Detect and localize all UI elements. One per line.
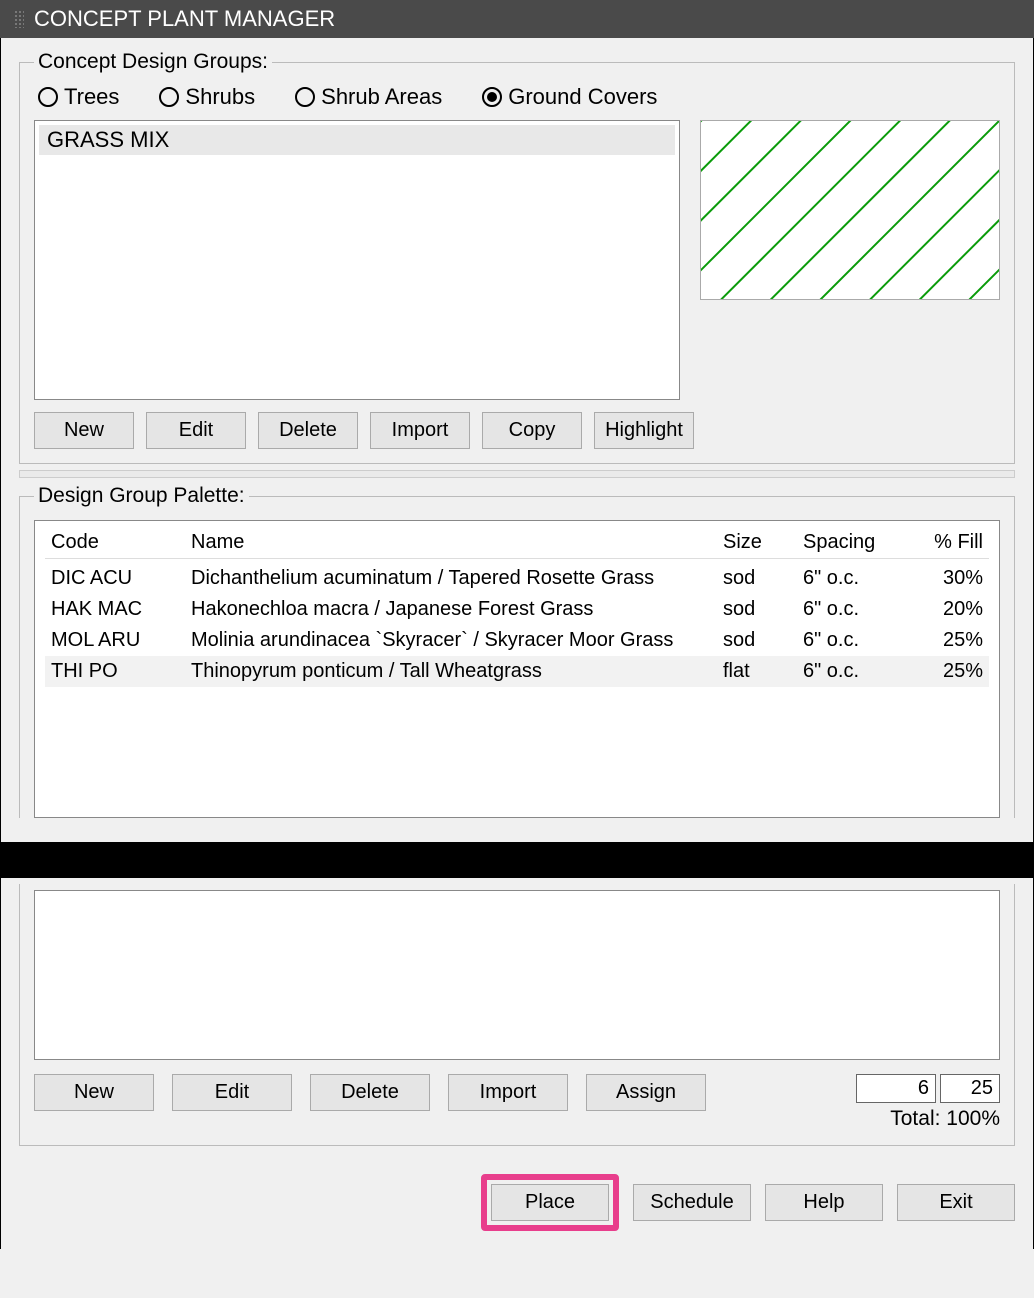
table-row[interactable]: THI PO Thinopyrum ponticum / Tall Wheatg…	[45, 656, 989, 687]
radio-shrub-areas-label: Shrub Areas	[321, 84, 442, 110]
cell-fill: 25%	[913, 629, 983, 652]
section-divider	[19, 470, 1015, 478]
col-code: Code	[51, 531, 181, 554]
design-group-button-row: New Edit Delete Import Copy Highlight	[34, 412, 1000, 449]
cell-spacing: 6" o.c.	[803, 567, 903, 590]
hatch-preview	[700, 120, 1000, 300]
table-row[interactable]: DIC ACU Dichanthelium acuminatum / Taper…	[45, 563, 989, 594]
cell-code: MOL ARU	[51, 629, 181, 652]
radio-trees-label: Trees	[64, 84, 119, 110]
concept-design-groups-legend: Concept Design Groups:	[34, 50, 272, 74]
total-label: Total: 100%	[856, 1107, 1000, 1131]
palette-new-button[interactable]: New	[34, 1074, 154, 1111]
design-group-listbox[interactable]: GRASS MIX	[34, 120, 680, 400]
place-button[interactable]: Place	[491, 1184, 609, 1221]
import-button[interactable]: Import	[370, 412, 470, 449]
window-grip-icon	[14, 10, 24, 28]
radio-icon	[38, 87, 58, 107]
copy-button[interactable]: Copy	[482, 412, 582, 449]
design-group-radio-row: Trees Shrubs Shrub Areas Ground Covers	[34, 80, 1000, 120]
new-button[interactable]: New	[34, 412, 134, 449]
cell-code: DIC ACU	[51, 567, 181, 590]
radio-shrubs[interactable]: Shrubs	[159, 84, 255, 110]
cell-name: Dichanthelium acuminatum / Tapered Roset…	[191, 567, 713, 590]
palette-assign-button[interactable]: Assign	[586, 1074, 706, 1111]
col-name: Name	[191, 531, 713, 554]
lower-fieldset: New Edit Delete Import Assign 6 25 Total…	[19, 884, 1015, 1146]
table-row[interactable]: HAK MAC Hakonechloa macra / Japanese For…	[45, 594, 989, 625]
highlight-button[interactable]: Highlight	[594, 412, 694, 449]
col-fill: % Fill	[913, 531, 983, 554]
radio-ground-covers[interactable]: Ground Covers	[482, 84, 657, 110]
titlebar: CONCEPT PLANT MANAGER	[0, 0, 1034, 38]
cell-size: sod	[723, 567, 793, 590]
help-button[interactable]: Help	[765, 1184, 883, 1221]
table-header-row: Code Name Size Spacing % Fill	[45, 527, 989, 559]
upper-panel: Concept Design Groups: Trees Shrubs Shru…	[0, 38, 1034, 842]
lower-listbox[interactable]	[34, 890, 1000, 1060]
lower-panel: New Edit Delete Import Assign 6 25 Total…	[0, 878, 1034, 1249]
cell-fill: 30%	[913, 567, 983, 590]
radio-trees[interactable]: Trees	[38, 84, 119, 110]
edit-button[interactable]: Edit	[146, 412, 246, 449]
palette-table[interactable]: Code Name Size Spacing % Fill DIC ACU Di…	[34, 520, 1000, 818]
palette-delete-button[interactable]: Delete	[310, 1074, 430, 1111]
radio-ground-covers-label: Ground Covers	[508, 84, 657, 110]
cell-name: Molinia arundinacea `Skyracer` / Skyrace…	[191, 629, 713, 652]
numeric-inputs: 6 25 Total: 100%	[856, 1074, 1000, 1131]
palette-legend: Design Group Palette:	[34, 484, 249, 508]
palette-edit-button[interactable]: Edit	[172, 1074, 292, 1111]
radio-icon	[295, 87, 315, 107]
concept-design-groups-fieldset: Concept Design Groups: Trees Shrubs Shru…	[19, 50, 1015, 464]
design-group-palette-fieldset: Design Group Palette: Code Name Size Spa…	[19, 484, 1015, 818]
cell-code: HAK MAC	[51, 598, 181, 621]
radio-checked-icon	[482, 87, 502, 107]
cell-spacing: 6" o.c.	[803, 660, 903, 683]
schedule-button[interactable]: Schedule	[633, 1184, 751, 1221]
fill-input[interactable]: 25	[940, 1074, 1000, 1103]
radio-shrub-areas[interactable]: Shrub Areas	[295, 84, 442, 110]
radio-shrubs-label: Shrubs	[185, 84, 255, 110]
radio-icon	[159, 87, 179, 107]
cell-size: sod	[723, 598, 793, 621]
spacing-input[interactable]: 6	[856, 1074, 936, 1103]
cell-size: flat	[723, 660, 793, 683]
cell-size: sod	[723, 629, 793, 652]
cell-name: Hakonechloa macra / Japanese Forest Gras…	[191, 598, 713, 621]
palette-import-button[interactable]: Import	[448, 1074, 568, 1111]
cell-spacing: 6" o.c.	[803, 629, 903, 652]
palette-button-row: New Edit Delete Import Assign 6 25 Total…	[34, 1074, 1000, 1131]
image-gap	[0, 842, 1034, 878]
cell-fill: 20%	[913, 598, 983, 621]
window-title: CONCEPT PLANT MANAGER	[34, 6, 335, 32]
col-spacing: Spacing	[803, 531, 903, 554]
list-item[interactable]: GRASS MIX	[39, 125, 675, 155]
col-size: Size	[723, 531, 793, 554]
cell-spacing: 6" o.c.	[803, 598, 903, 621]
footer-button-row: Place Schedule Help Exit	[19, 1174, 1015, 1231]
cell-name: Thinopyrum ponticum / Tall Wheatgrass	[191, 660, 713, 683]
exit-button[interactable]: Exit	[897, 1184, 1015, 1221]
cell-fill: 25%	[913, 660, 983, 683]
place-button-highlight: Place	[481, 1174, 619, 1231]
table-row[interactable]: MOL ARU Molinia arundinacea `Skyracer` /…	[45, 625, 989, 656]
cell-code: THI PO	[51, 660, 181, 683]
delete-button[interactable]: Delete	[258, 412, 358, 449]
